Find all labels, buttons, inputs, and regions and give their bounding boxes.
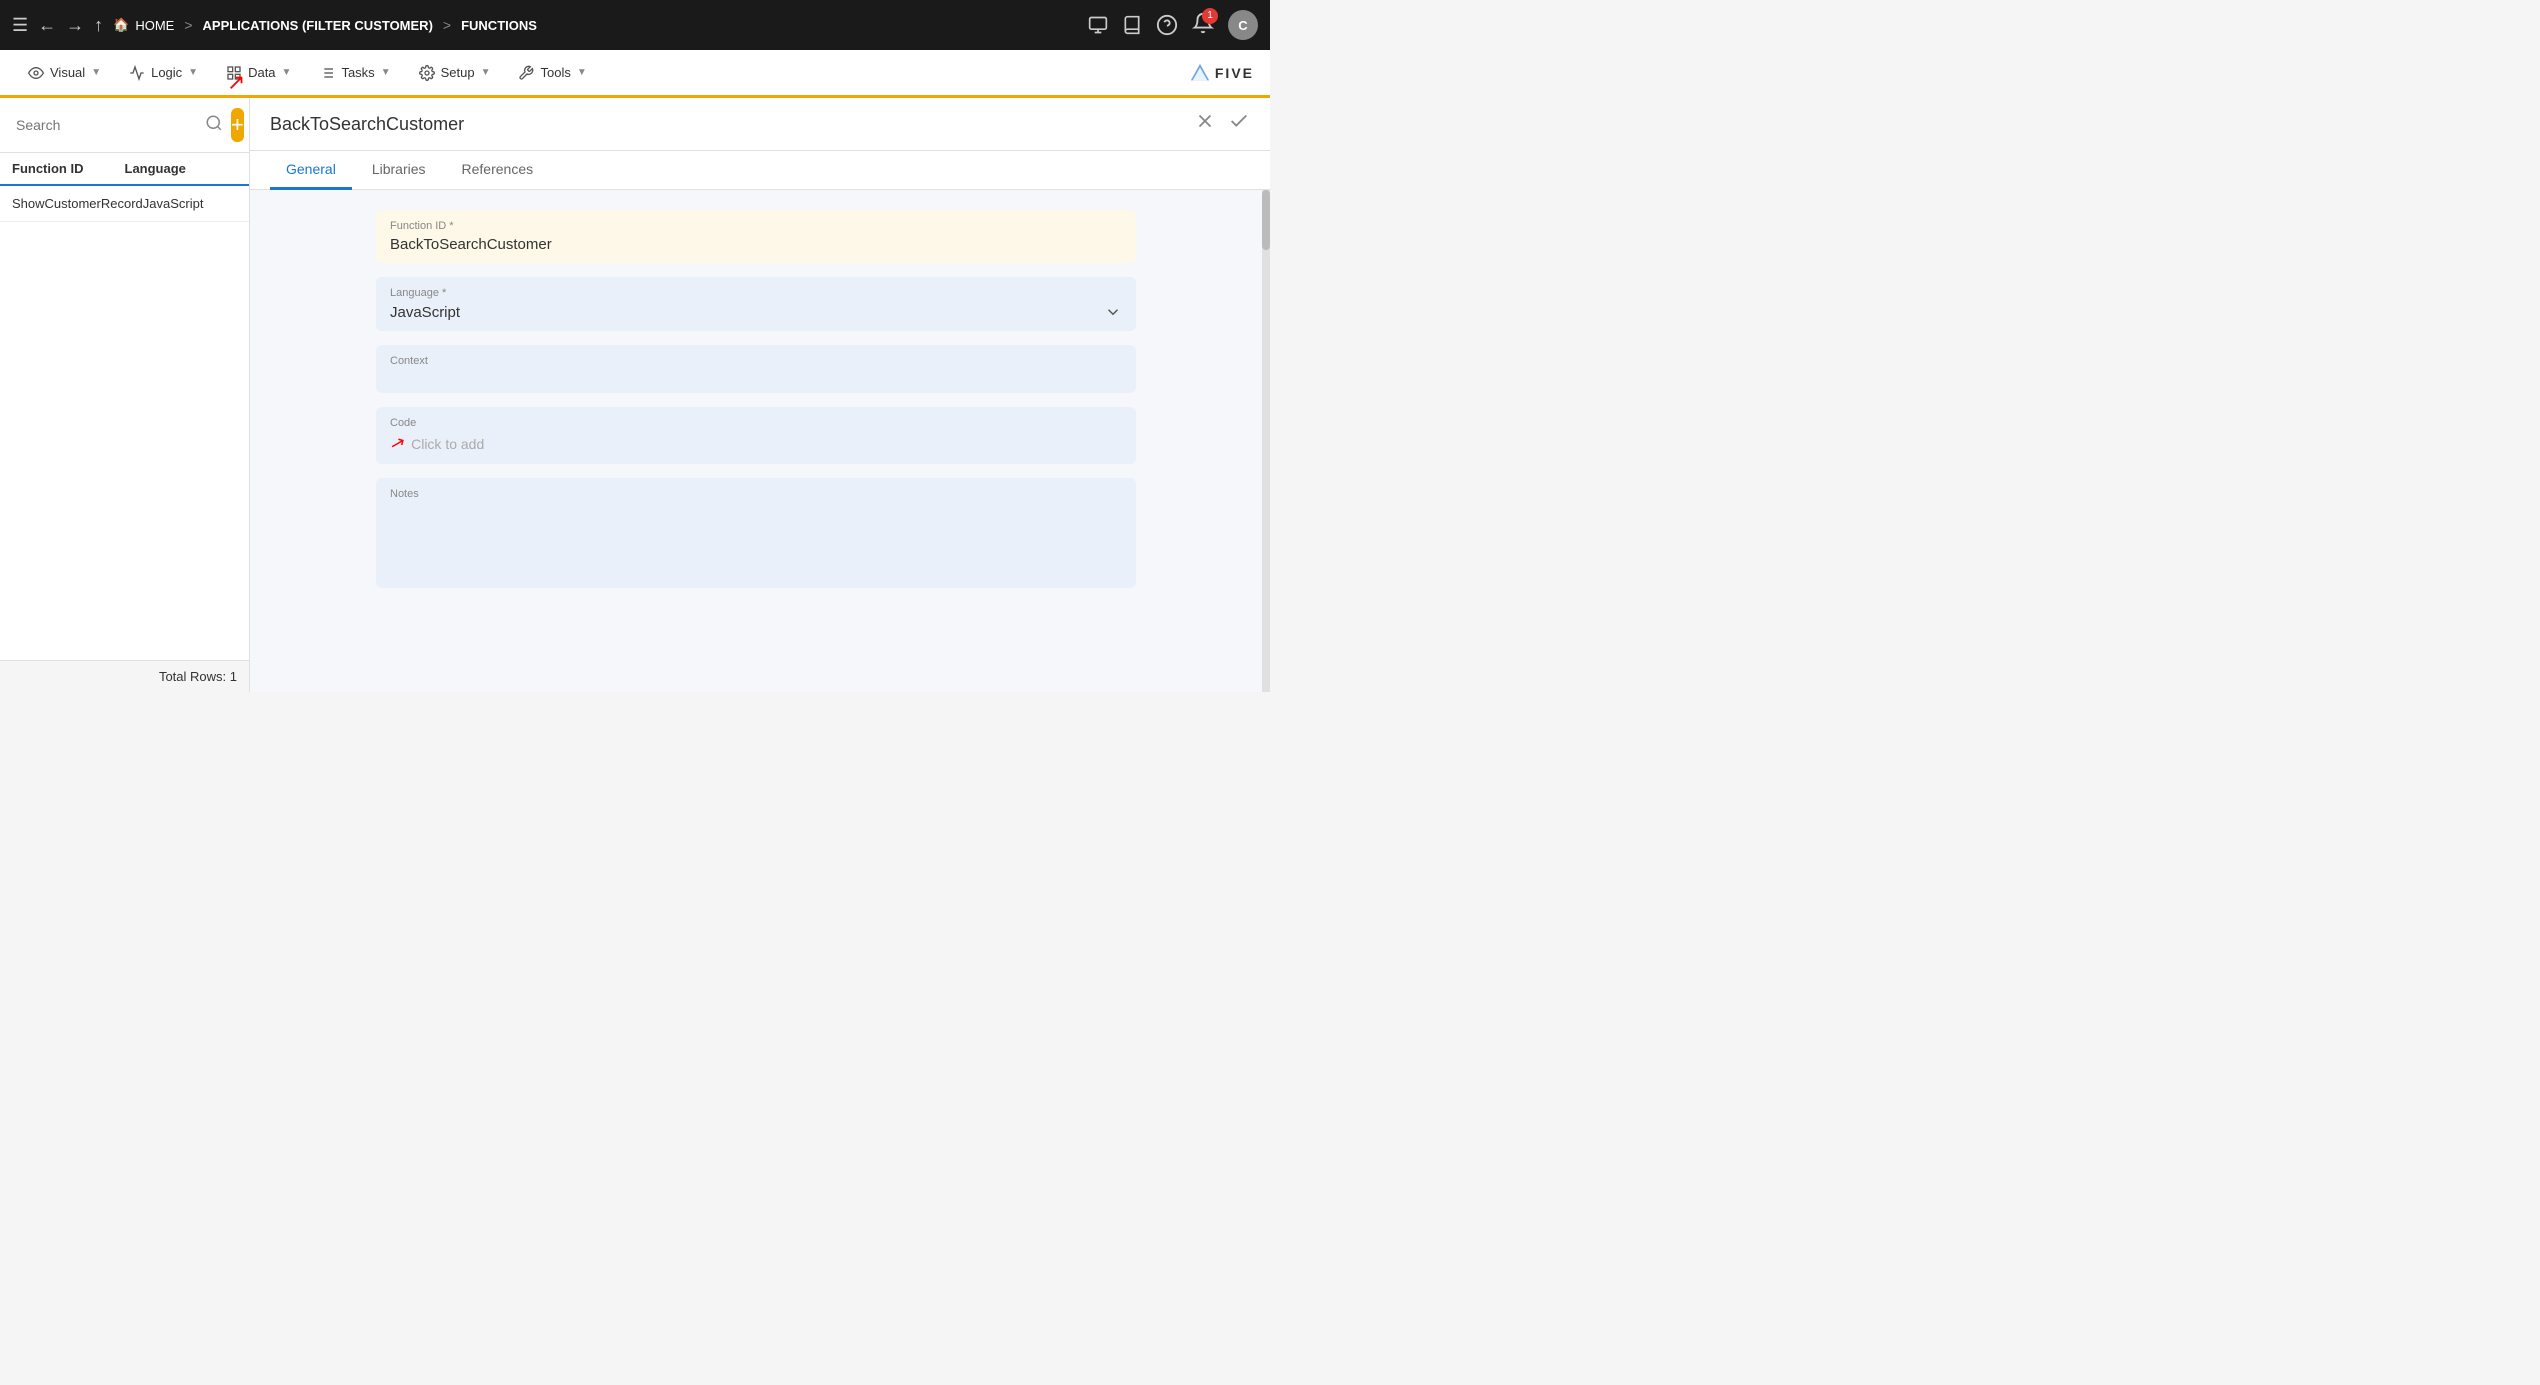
tab-libraries[interactable]: Libraries <box>356 151 442 190</box>
language-label: Language * <box>390 287 1122 299</box>
setup-chevron: ▼ <box>481 67 491 78</box>
function-id-field[interactable]: Function ID * BackToSearchCustomer <box>376 210 1136 263</box>
function-id-label: Function ID * <box>390 220 1122 232</box>
language-value: JavaScript <box>390 304 460 321</box>
logic-chevron: ▼ <box>188 67 198 78</box>
col-header-language: Language <box>125 161 238 176</box>
nav-label-tools: Tools <box>540 65 570 80</box>
context-label: Context <box>390 355 1122 367</box>
home-icon: 🏠 <box>113 17 129 33</box>
code-placeholder: Click to add <box>411 436 484 452</box>
data-chevron: ▼ <box>282 67 292 78</box>
top-nav-left: ☰ ← → ↑ 🏠 HOME > APPLICATIONS (FILTER CU… <box>12 15 1080 36</box>
forward-button[interactable]: → <box>66 15 84 36</box>
context-field[interactable]: Context <box>376 345 1136 393</box>
second-nav: Visual ▼ Logic ▼ Data ▼ Tasks ▼ Setup ▼ … <box>0 50 1270 98</box>
notification-badge: 1 <box>1202 8 1218 24</box>
five-logo: FIVE <box>1189 62 1254 84</box>
up-icon: ↑ <box>94 15 103 36</box>
menu-button[interactable]: ☰ <box>12 15 28 36</box>
tools-chevron: ▼ <box>577 67 587 78</box>
add-arrow-indicator: ↙ <box>227 70 245 96</box>
nav-item-setup[interactable]: Setup ▼ <box>407 59 503 87</box>
nav-label-data: Data <box>248 65 275 80</box>
notification-bell[interactable]: 1 <box>1192 12 1214 39</box>
breadcrumb-applications[interactable]: APPLICATIONS (FILTER CUSTOMER) <box>203 18 433 33</box>
menu-icon: ☰ <box>12 15 28 36</box>
forward-icon: → <box>66 15 84 36</box>
nav-item-logic[interactable]: Logic ▼ <box>117 59 210 87</box>
search-input[interactable] <box>16 117 197 133</box>
table-header: Function ID Language <box>0 153 249 186</box>
row-language: JavaScript <box>143 196 237 211</box>
tasks-chevron: ▼ <box>381 67 391 78</box>
nav-item-tasks[interactable]: Tasks ▼ <box>307 59 402 87</box>
tab-references[interactable]: References <box>446 151 550 190</box>
confirm-button[interactable] <box>1228 110 1250 138</box>
table-footer: Total Rows: 1 <box>0 660 249 692</box>
table-row[interactable]: ShowCustomerRecord JavaScript <box>0 186 249 222</box>
add-button[interactable]: + <box>231 108 244 142</box>
logo-text: FIVE <box>1215 65 1254 81</box>
notes-field[interactable]: Notes <box>376 478 1136 588</box>
code-arrow-indicator: ↗ <box>388 431 408 455</box>
nav-label-tasks: Tasks <box>341 65 374 80</box>
close-button[interactable] <box>1194 110 1216 138</box>
right-panel: BackToSearchCustomer General Libraries R… <box>250 98 1270 692</box>
nav-item-tools[interactable]: Tools ▼ <box>506 59 598 87</box>
books-button[interactable] <box>1122 15 1142 35</box>
total-rows-label: Total Rows: 1 <box>159 669 237 684</box>
code-field[interactable]: Code ↗ Click to add <box>376 407 1136 464</box>
search-button[interactable] <box>205 114 223 137</box>
nav-item-visual[interactable]: Visual ▼ <box>16 59 113 87</box>
language-select: JavaScript <box>390 303 1122 321</box>
notes-label: Notes <box>390 488 1122 500</box>
row-function-id: ShowCustomerRecord <box>12 196 143 211</box>
right-scroll-area: Function ID * BackToSearchCustomer Langu… <box>250 190 1270 692</box>
scroll-thumb[interactable] <box>1262 190 1270 250</box>
home-label: HOME <box>135 18 174 33</box>
separator-2: > <box>443 17 451 33</box>
up-button[interactable]: ↑ <box>94 15 103 36</box>
nav-label-visual: Visual <box>50 65 85 80</box>
monitor-button[interactable] <box>1088 15 1108 35</box>
function-id-value: BackToSearchCustomer <box>390 236 1122 253</box>
top-nav-right: 1 C <box>1088 10 1258 40</box>
search-bar: + ↙ <box>0 98 249 153</box>
top-nav: ☰ ← → ↑ 🏠 HOME > APPLICATIONS (FILTER CU… <box>0 0 1270 50</box>
col-header-function-id: Function ID <box>12 161 125 176</box>
breadcrumb-functions[interactable]: FUNCTIONS <box>461 18 537 33</box>
code-label: Code <box>390 417 1122 429</box>
separator-1: > <box>184 17 192 33</box>
tab-general[interactable]: General <box>270 151 352 190</box>
visual-chevron: ▼ <box>91 67 101 78</box>
language-field[interactable]: Language * JavaScript <box>376 277 1136 331</box>
nav-label-setup: Setup <box>441 65 475 80</box>
main-content: + ↙ Function ID Language ShowCustomerRec… <box>0 98 1270 692</box>
home-link[interactable]: 🏠 HOME <box>113 17 174 33</box>
nav-label-logic: Logic <box>151 65 182 80</box>
help-button[interactable] <box>1156 14 1178 36</box>
avatar[interactable]: C <box>1228 10 1258 40</box>
form-area: Function ID * BackToSearchCustomer Langu… <box>250 190 1262 692</box>
right-header: BackToSearchCustomer <box>250 98 1270 151</box>
tab-bar: General Libraries References <box>250 151 1270 190</box>
back-icon: ← <box>38 15 56 36</box>
record-title: BackToSearchCustomer <box>270 114 1194 135</box>
right-actions <box>1194 110 1250 138</box>
scroll-track[interactable] <box>1262 190 1270 692</box>
language-chevron-icon <box>1104 303 1122 321</box>
left-panel: + ↙ Function ID Language ShowCustomerRec… <box>0 98 250 692</box>
back-button[interactable]: ← <box>38 15 56 36</box>
